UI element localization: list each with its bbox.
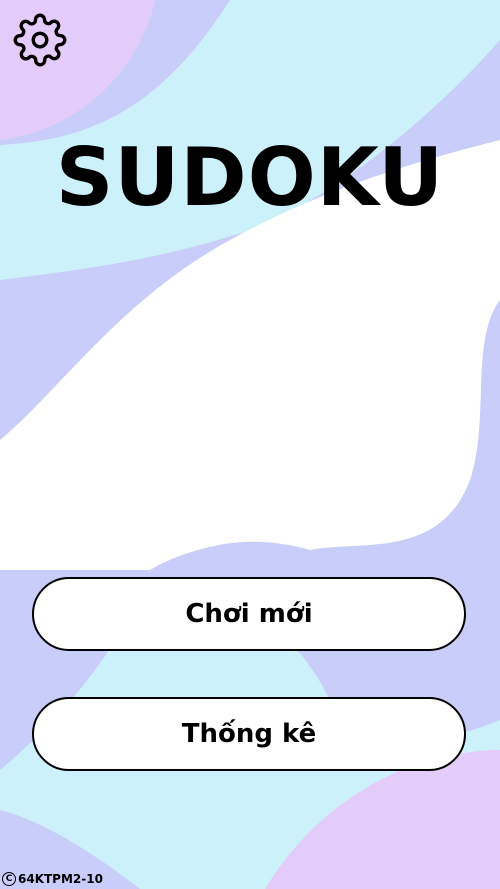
statistics-button[interactable]: Thống kê [32,697,466,771]
main-menu-screen: SUDOKU Chơi mới Thống kê C 64KTPM2-10 [0,0,500,889]
statistics-label: Thống kê [181,719,317,749]
gear-icon [13,13,67,67]
new-game-label: Chơi mới [185,599,313,629]
footer-credit: C 64KTPM2-10 [2,872,103,886]
app-title: SUDOKU [55,131,445,224]
settings-button[interactable] [12,12,68,68]
credit-text: 64KTPM2-10 [18,872,103,886]
copyright-icon: C [2,872,16,886]
new-game-button[interactable]: Chơi mới [32,577,466,651]
